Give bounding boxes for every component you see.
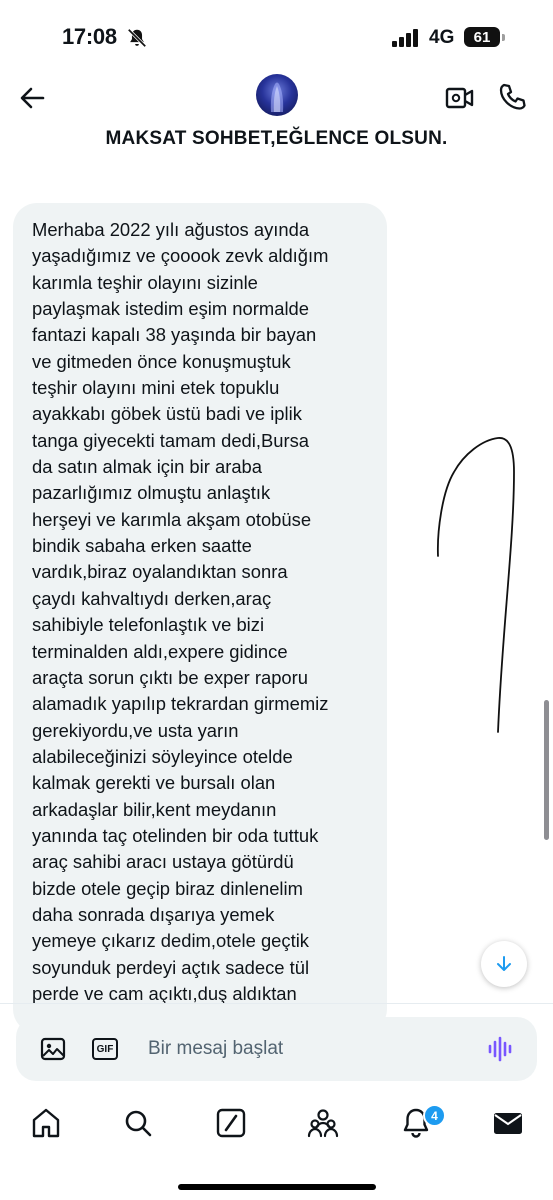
bell-muted-icon	[127, 28, 147, 48]
message-bubble[interactable]: Merhaba 2022 yılı ağustos ayında yaşadığ…	[13, 203, 387, 1033]
phone-call-icon[interactable]	[498, 82, 526, 112]
home-indicator	[178, 1184, 376, 1190]
home-icon[interactable]	[30, 1106, 62, 1140]
back-arrow-icon[interactable]	[18, 84, 46, 112]
hand-drawn-scribble	[436, 437, 515, 733]
message-input[interactable]: Bir mesaj başlat	[148, 1038, 283, 1060]
voice-message-icon[interactable]	[487, 1035, 515, 1063]
scrollbar[interactable]	[544, 700, 549, 840]
message-text: Merhaba 2022 yılı ağustos ayında yaşadığ…	[32, 219, 329, 1004]
signal-icon	[392, 29, 418, 47]
grok-icon[interactable]	[215, 1106, 247, 1140]
gif-label: GIF	[96, 1043, 114, 1055]
communities-icon[interactable]	[307, 1106, 339, 1140]
notifications-badge: 4	[423, 1104, 446, 1127]
messages-icon[interactable]	[492, 1106, 524, 1140]
battery-cap	[502, 34, 505, 41]
network-type: 4G	[429, 27, 455, 48]
avatar[interactable]	[256, 74, 298, 116]
arrow-down-icon	[497, 956, 511, 971]
battery-icon: 61	[464, 27, 500, 47]
image-icon[interactable]	[40, 1037, 66, 1061]
video-call-icon[interactable]	[445, 84, 475, 112]
avatar-image	[270, 82, 284, 112]
gif-button[interactable]: GIF	[92, 1038, 118, 1060]
status-time: 17:08	[62, 24, 117, 49]
scroll-to-bottom-button[interactable]	[481, 941, 527, 987]
search-icon[interactable]	[122, 1106, 154, 1140]
divider	[0, 1003, 553, 1004]
conversation-title: MAKSAT SOHBET,EĞLENCE OLSUN.	[105, 128, 448, 149]
